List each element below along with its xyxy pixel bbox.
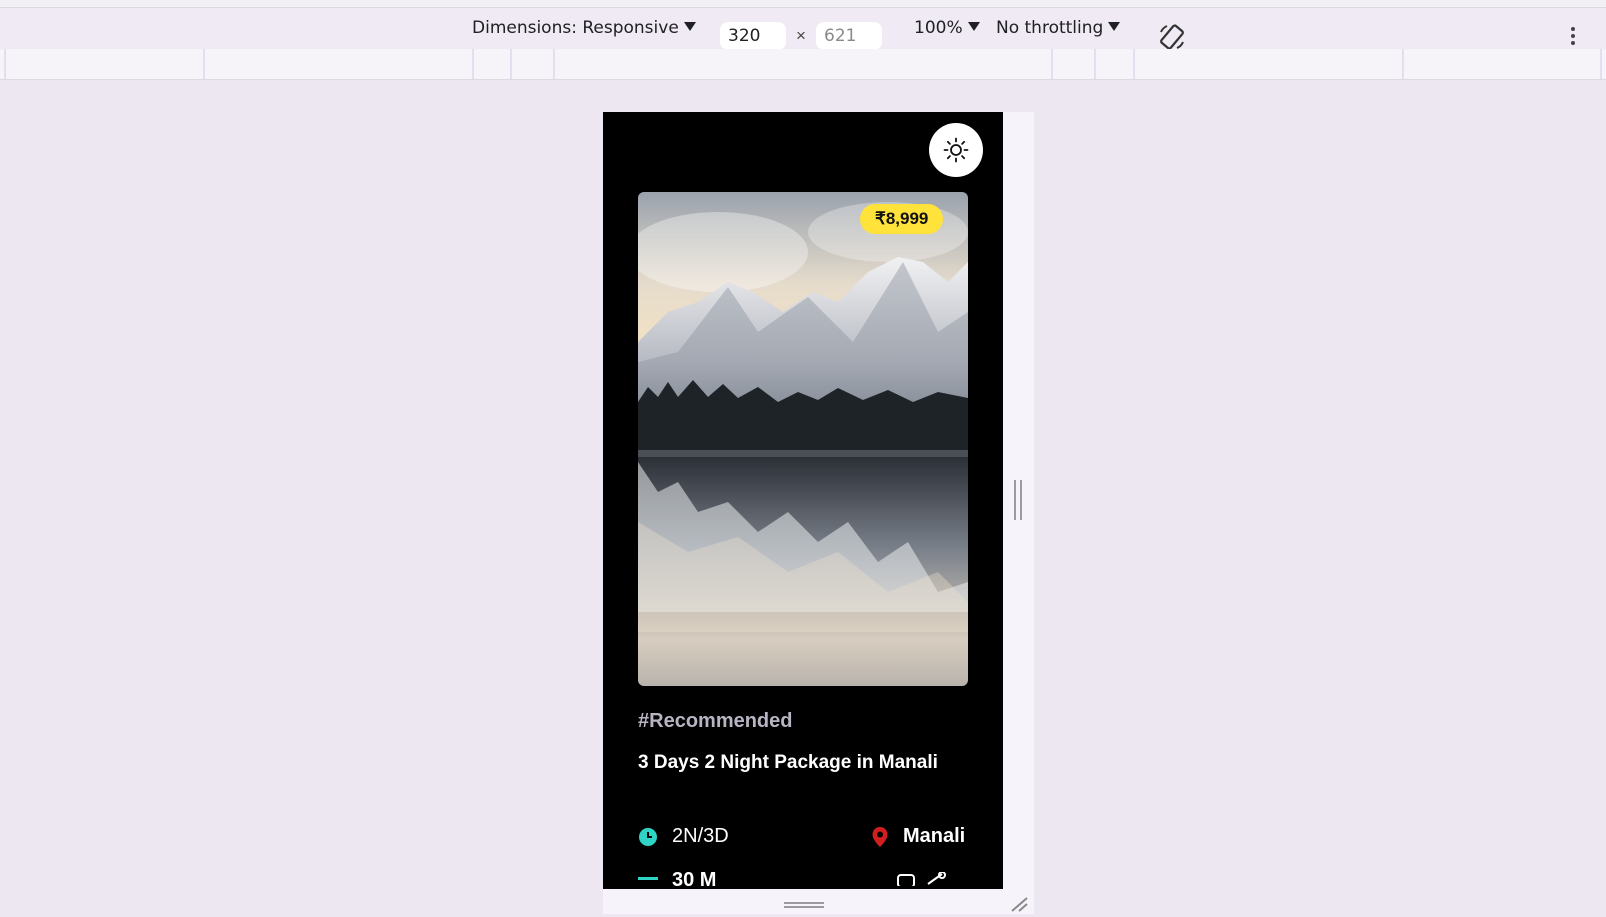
duration-info: 2N/3D [638,825,729,848]
recommended-tag[interactable]: #Recommended [638,710,793,733]
clock-icon [639,827,657,846]
bottom-resize-handle[interactable] [784,902,824,908]
height-input[interactable]: 621 [816,22,882,50]
sun-icon [943,137,969,163]
share-icon[interactable] [896,872,946,886]
corner-resize-handle[interactable] [1010,896,1030,912]
devtools-top-strip [0,0,1606,8]
partially-visible-row: 30 M [638,869,968,889]
package-title[interactable]: 3 Days 2 Night Package in Manali [638,748,968,778]
dimension-separator: × [796,26,806,45]
more-options-icon[interactable] [1566,25,1580,49]
device-viewport: ₹8,999 #Recommended 3 Days 2 Night Packa… [603,112,1003,889]
device-toolbar: Dimensions: Responsive 320 × 621 100% No… [0,8,1606,52]
map-pin-icon [872,826,888,847]
throttling-dropdown[interactable]: No throttling [996,18,1121,38]
throttling-label: No throttling [996,18,1104,38]
caret-down-icon [1108,22,1121,31]
list-icon [638,877,658,880]
package-image[interactable]: ₹8,999 [638,192,968,686]
right-resize-handle[interactable] [1014,480,1022,520]
partial-row-text: 30 M [672,869,717,889]
media-query-bar[interactable] [0,49,1606,80]
dimensions-label: Dimensions: Responsive [472,18,679,38]
caret-down-icon [967,22,980,31]
location-info: Manali [871,825,965,848]
zoom-dropdown[interactable]: 100% [914,18,980,38]
zoom-label: 100% [914,18,963,38]
location-text: Manali [903,825,966,847]
duration-text: 2N/3D [672,825,729,847]
width-input[interactable]: 320 [720,22,786,50]
price-badge: ₹8,999 [860,204,944,234]
theme-toggle-button[interactable] [929,123,983,177]
caret-down-icon [683,22,696,31]
rotate-device-icon[interactable] [1157,22,1187,52]
dimensions-dropdown[interactable]: Dimensions: Responsive [472,18,696,38]
